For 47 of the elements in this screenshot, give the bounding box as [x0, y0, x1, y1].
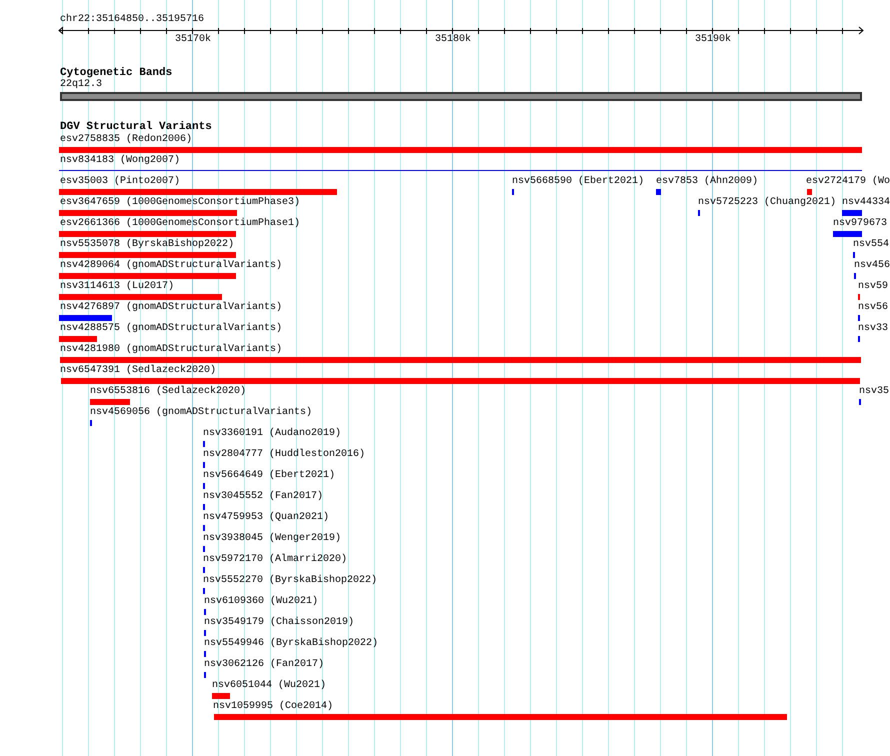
- tick-label: 35170k: [175, 34, 212, 46]
- variant-label: nsv5668590 (Ebert2021): [512, 176, 644, 188]
- variant-label: esv2724179 (Wo: [806, 176, 890, 188]
- tick-label: 35190k: [695, 34, 732, 46]
- tick-label: 35180k: [435, 34, 472, 46]
- band-label: 22q12.3: [60, 79, 102, 91]
- variant-label: nsv2804777 (Huddleston2016): [203, 449, 366, 461]
- variant-label: nsv456: [854, 260, 890, 272]
- variant-label: nsv3938045 (Wenger2019): [203, 533, 342, 545]
- variant-label: esv2661366 (1000GenomesConsortiumPhase1): [60, 218, 300, 230]
- variant-label: esv3647659 (1000GenomesConsortiumPhase3): [60, 197, 300, 209]
- variant-label: nsv3360191 (Audano2019): [203, 428, 342, 440]
- variant-label: nsv5535078 (ByrskaBishop2022): [60, 239, 234, 251]
- variant-label: nsv554: [853, 239, 890, 251]
- variant-label: nsv6553816 (Sedlazeck2020): [90, 386, 246, 398]
- variant-label: nsv44334: [842, 197, 890, 209]
- variant-label: nsv5725223 (Chuang2021): [698, 197, 836, 209]
- variant-label: nsv3549179 (Chaisson2019): [204, 617, 354, 629]
- variant-label: nsv33: [858, 323, 888, 335]
- variant-label: nsv4288575 (gnomADStructuralVariants): [60, 323, 282, 335]
- variant-label: esv35003 (Pinto2007): [60, 176, 180, 188]
- variant-label: nsv4281980 (gnomADStructuralVariants): [60, 344, 282, 356]
- track-title: Cytogenetic Bands: [60, 67, 172, 79]
- variant-label: nsv3114613 (Lu2017): [60, 281, 174, 293]
- variant-label: nsv4276897 (gnomADStructuralVariants): [60, 302, 282, 314]
- variant-label: nsv3062126 (Fan2017): [204, 659, 324, 671]
- variant-label: nsv4759953 (Quan2021): [203, 512, 330, 524]
- variant-label: nsv35: [859, 386, 890, 398]
- variant-label: nsv5549946 (ByrskaBishop2022): [204, 638, 378, 650]
- variant-label: esv2758835 (Redon2006): [60, 134, 192, 146]
- variant-label: nsv56: [858, 302, 888, 314]
- variant-label: nsv5972170 (Almarri2020): [203, 554, 348, 566]
- variant-label: nsv1059995 (Coe2014): [213, 701, 334, 713]
- variant-label: nsv3045552 (Fan2017): [203, 491, 324, 503]
- variant-label: nsv6109360 (Wu2021): [204, 596, 318, 608]
- variant-label: nsv979673: [833, 218, 888, 230]
- variant-label: nsv4289064 (gnomADStructuralVariants): [60, 260, 282, 272]
- variant-label: nsv6051044 (Wu2021): [212, 680, 326, 692]
- variant-label: nsv5552270 (ByrskaBishop2022): [203, 575, 378, 587]
- variant-label: nsv59: [858, 281, 888, 293]
- variant-label: nsv834183 (Wong2007): [60, 155, 180, 167]
- variant-label: nsv5664649 (Ebert2021): [203, 470, 336, 482]
- track-title: DGV Structural Variants: [60, 121, 212, 133]
- variant-label: esv7853 (Ahn2009): [656, 176, 758, 188]
- location-label: chr22:35164850..35195716: [60, 14, 204, 26]
- variant-label: nsv4569056 (gnomADStructuralVariants): [90, 407, 312, 419]
- variant-label: nsv6547391 (Sedlazeck2020): [60, 365, 216, 377]
